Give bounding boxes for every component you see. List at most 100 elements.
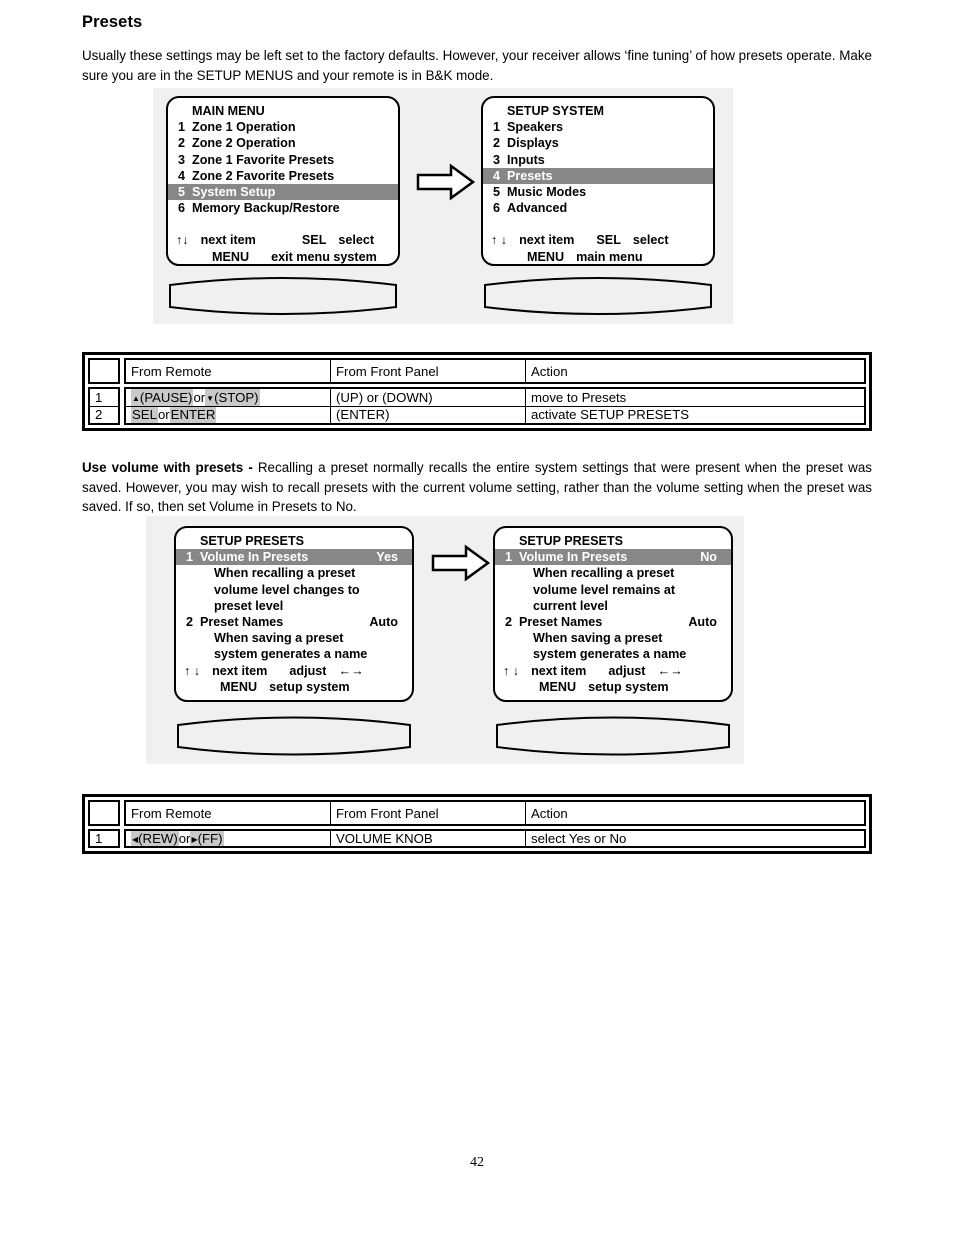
lcd-footer-line-2: MENU setup system — [495, 679, 731, 696]
menu-item-zone2-operation[interactable]: 2 Zone 2 Operation — [168, 135, 398, 151]
cell-from-front-panel: (UP) or (DOWN) — [331, 389, 526, 406]
table-header-columns: From Remote From Front Panel Action — [124, 358, 866, 384]
flow-arrow-right-2 — [430, 543, 492, 583]
menu-item-speakers[interactable]: 1 Speakers — [483, 119, 713, 135]
column-header-from-front-panel: From Front Panel — [331, 802, 526, 824]
table-index-header-cell — [88, 358, 120, 384]
footer-sel-key: SEL — [301, 233, 327, 248]
preset-item-volume-in-presets-selected[interactable]: 1 Volume In Presets Yes — [176, 549, 412, 566]
triangle-up-icon — [132, 390, 140, 405]
menu-item-number: 2 — [178, 136, 186, 151]
table-row: (PAUSE) or (STOP) (UP) or (DOWN) move to… — [126, 389, 864, 406]
footer-menu-key: MENU — [539, 680, 577, 695]
menu-item-zone2-favorite-presets[interactable]: 4 Zone 2 Favorite Presets — [168, 168, 398, 184]
lcd-footer-line-1: ↑↓ next item SEL select — [168, 232, 398, 249]
flow-arrow-right-1 — [415, 162, 477, 202]
column-header-from-remote: From Remote — [126, 802, 331, 824]
preset-item-preset-names[interactable]: 2 Preset Names Auto — [176, 614, 412, 630]
menu-item-number: 2 — [493, 136, 501, 151]
remote-key-stop: (STOP) — [214, 389, 259, 405]
preset-description-line: system generates a name — [214, 647, 368, 662]
table-row: SEL or ENTER (ENTER) activate SETUP PRES… — [126, 405, 864, 423]
column-header-from-remote: From Remote — [126, 360, 331, 382]
footer-menu-action: setup system — [269, 680, 350, 695]
footer-next-item-label: next item — [519, 233, 575, 248]
cell-from-remote: SEL or ENTER — [126, 406, 331, 423]
up-down-arrows-icon: ↑ ↓ — [184, 663, 201, 678]
menu-item-advanced[interactable]: 6 Advanced — [483, 200, 713, 216]
remote-key-pause: (PAUSE) — [139, 389, 193, 405]
preset-description-line: current level — [533, 598, 608, 613]
menu-item-presets-selected[interactable]: 4 Presets — [483, 167, 713, 185]
lcd-title: MAIN MENU — [192, 104, 265, 118]
menu-item-memory-backup-restore[interactable]: 6 Memory Backup/Restore — [168, 200, 398, 216]
footer-next-item-label: next item — [212, 663, 268, 678]
lcd-title: SETUP PRESETS — [200, 534, 305, 548]
menu-item-number: 1 — [505, 550, 513, 565]
menu-item-label: Memory Backup/Restore — [192, 201, 340, 216]
menu-item-label: Preset Names — [200, 615, 284, 630]
menu-item-label: Advanced — [507, 201, 568, 216]
remote-key-enter: ENTER — [169, 406, 217, 423]
remote-join: or — [157, 407, 170, 423]
cell-from-front-panel: VOLUME KNOB — [331, 831, 526, 846]
page-title: Presets — [82, 13, 143, 31]
menu-item-zone1-favorite-presets[interactable]: 3 Zone 1 Favorite Presets — [168, 152, 398, 168]
footer-adjust-label: adjust — [608, 663, 646, 678]
menu-item-displays[interactable]: 2 Displays — [483, 135, 713, 151]
row-index: 1 — [95, 389, 103, 405]
menu-item-zone1-operation[interactable]: 1 Zone 1 Operation — [168, 119, 398, 135]
menu-item-music-modes[interactable]: 5 Music Modes — [483, 184, 713, 200]
table-data-columns: (REW) or (FF) VOLUME KNOB select Yes or … — [124, 829, 866, 848]
menu-item-value: Auto — [369, 615, 398, 630]
cell-from-remote: (REW) or (FF) — [126, 831, 331, 846]
cell-from-remote: (PAUSE) or (STOP) — [126, 389, 331, 406]
cell-action: move to Presets — [531, 389, 627, 405]
column-header-action: Action — [531, 363, 568, 379]
volume-paragraph-lead: Use volume with presets - — [82, 460, 258, 475]
lcd-spacer — [168, 216, 398, 232]
preset-item-preset-names[interactable]: 2 Preset Names Auto — [495, 614, 731, 630]
menu-item-number: 4 — [178, 168, 186, 183]
lcd-footer-line-1: ↑ ↓ next item SEL select — [483, 232, 713, 249]
menu-item-system-setup-selected[interactable]: 5 System Setup — [168, 184, 398, 201]
knob-shape-setup-presets-no — [493, 714, 733, 758]
up-down-arrows-icon: ↑↓ — [176, 233, 189, 248]
menu-item-number: 1 — [178, 120, 186, 135]
menu-item-label: Zone 2 Operation — [192, 136, 296, 151]
preset-description-line: preset level — [214, 598, 284, 613]
lcd-screen-setup-presets-yes: SETUP PRESETS 1 Volume In Presets Yes When… — [174, 526, 414, 702]
lcd-footer-line-2: MENU main menu — [483, 249, 713, 265]
footer-select-label: select — [632, 233, 669, 248]
menu-item-label: Displays — [507, 136, 559, 151]
up-down-arrows-icon: ↑ ↓ — [503, 663, 520, 678]
footer-menu-action: setup system — [588, 680, 669, 695]
lcd-footer-line-2: MENU exit menu system — [168, 249, 398, 264]
table-index-column: 1 2 — [88, 387, 120, 425]
preset-description-line: volume level remains at — [533, 582, 676, 597]
remote-key-sel: SEL — [131, 406, 158, 423]
menu-item-number: 1 — [186, 550, 194, 565]
menu-item-number: 1 — [493, 120, 501, 135]
row-index: 2 — [90, 405, 118, 424]
preset-item-volume-in-presets-selected[interactable]: 1 Volume In Presets No — [495, 549, 731, 566]
menu-item-label: Zone 1 Operation — [192, 120, 296, 135]
lcd-spacer — [483, 216, 713, 232]
table-body: 1 (REW) or (FF) VOLUME KNOB select Yes o… — [88, 829, 866, 848]
table-row: (REW) or (FF) VOLUME KNOB select Yes or … — [126, 831, 864, 846]
page-number: 42 — [470, 1155, 484, 1170]
menu-item-label: Zone 1 Favorite Presets — [192, 152, 335, 167]
menu-item-inputs[interactable]: 3 Inputs — [483, 152, 713, 168]
triangle-down-icon — [206, 390, 214, 405]
preset-description-line: When recalling a preset — [533, 566, 675, 581]
remote-key-ff: (FF) — [197, 831, 223, 846]
knob-shape-main-menu — [166, 275, 400, 317]
command-table-volume-in-presets: From Remote From Front Panel Action 1 (R… — [82, 794, 872, 854]
menu-item-label: Music Modes — [507, 185, 587, 200]
row-index: 1 — [95, 831, 103, 846]
lcd-footer-line-1: ↑ ↓ next item adjust ←→ — [176, 663, 412, 680]
lcd-screen-main-menu: MAIN MENU 1 Zone 1 Operation 2 Zone 2 Oper… — [166, 96, 400, 266]
footer-menu-key: MENU — [527, 250, 565, 265]
menu-item-number: 3 — [493, 152, 501, 167]
menu-item-label: Zone 2 Favorite Presets — [192, 168, 335, 183]
